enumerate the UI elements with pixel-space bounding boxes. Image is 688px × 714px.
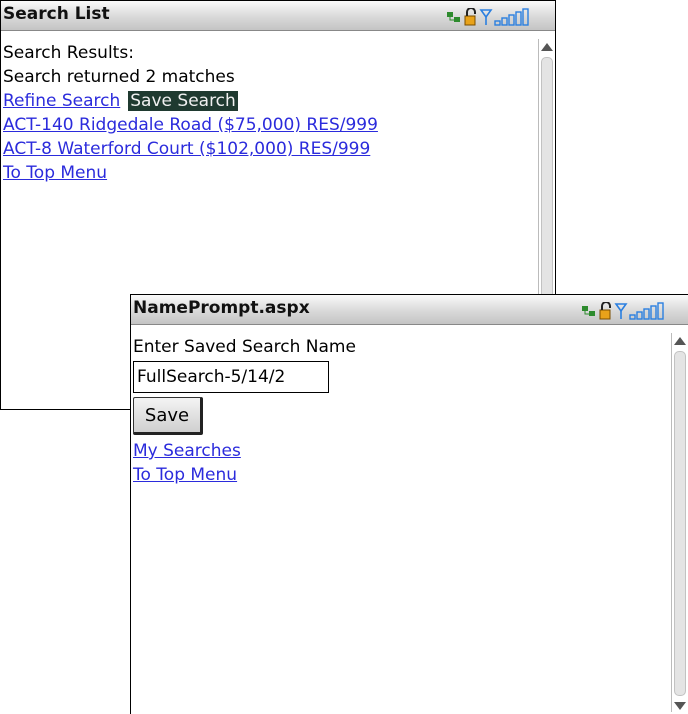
scroll-down-arrow-icon[interactable] [674,702,686,710]
refine-search-link[interactable]: Refine Search [3,91,120,111]
top-menu-link[interactable]: To Top Menu [133,465,237,485]
title-bar: Search List [1,1,555,31]
status-icons [447,8,529,26]
scrollbar[interactable] [671,333,686,712]
search-name-input[interactable] [133,361,329,393]
network-icon [447,12,460,22]
match-count-text: Search returned 2 matches [3,67,235,87]
save-button[interactable]: Save [133,397,203,435]
name-prompt-window: NamePrompt.aspx Enter Saved Search Name … [130,294,688,714]
my-searches-link[interactable]: My Searches [133,441,241,461]
save-search-link[interactable]: Save Search [128,91,238,111]
top-menu-link[interactable]: To Top Menu [3,163,107,183]
window-title: Search List [3,4,110,24]
network-icon [582,306,595,316]
scroll-up-arrow-icon[interactable] [541,43,553,51]
lock-icon [464,8,476,26]
prompt-label: Enter Saved Search Name [133,337,356,357]
lock-icon [599,302,611,320]
result-link-2[interactable]: ACT-8 Waterford Court ($102,000) RES/999 [3,139,370,159]
signal-bars-icon [494,8,529,26]
scroll-track[interactable] [674,351,686,696]
window-title: NamePrompt.aspx [133,298,310,318]
scroll-up-arrow-icon[interactable] [674,337,686,345]
antenna-icon [479,9,493,25]
signal-bars-icon [629,302,664,320]
title-bar: NamePrompt.aspx [131,295,688,325]
search-actions-row: Refine Search Save Search [3,89,533,113]
result-link-1[interactable]: ACT-140 Ridgedale Road ($75,000) RES/999 [3,115,378,135]
antenna-icon [614,303,628,319]
results-heading: Search Results: [3,43,134,63]
status-icons [582,302,664,320]
name-prompt-content: Enter Saved Search Name Save My Searches… [133,335,666,714]
